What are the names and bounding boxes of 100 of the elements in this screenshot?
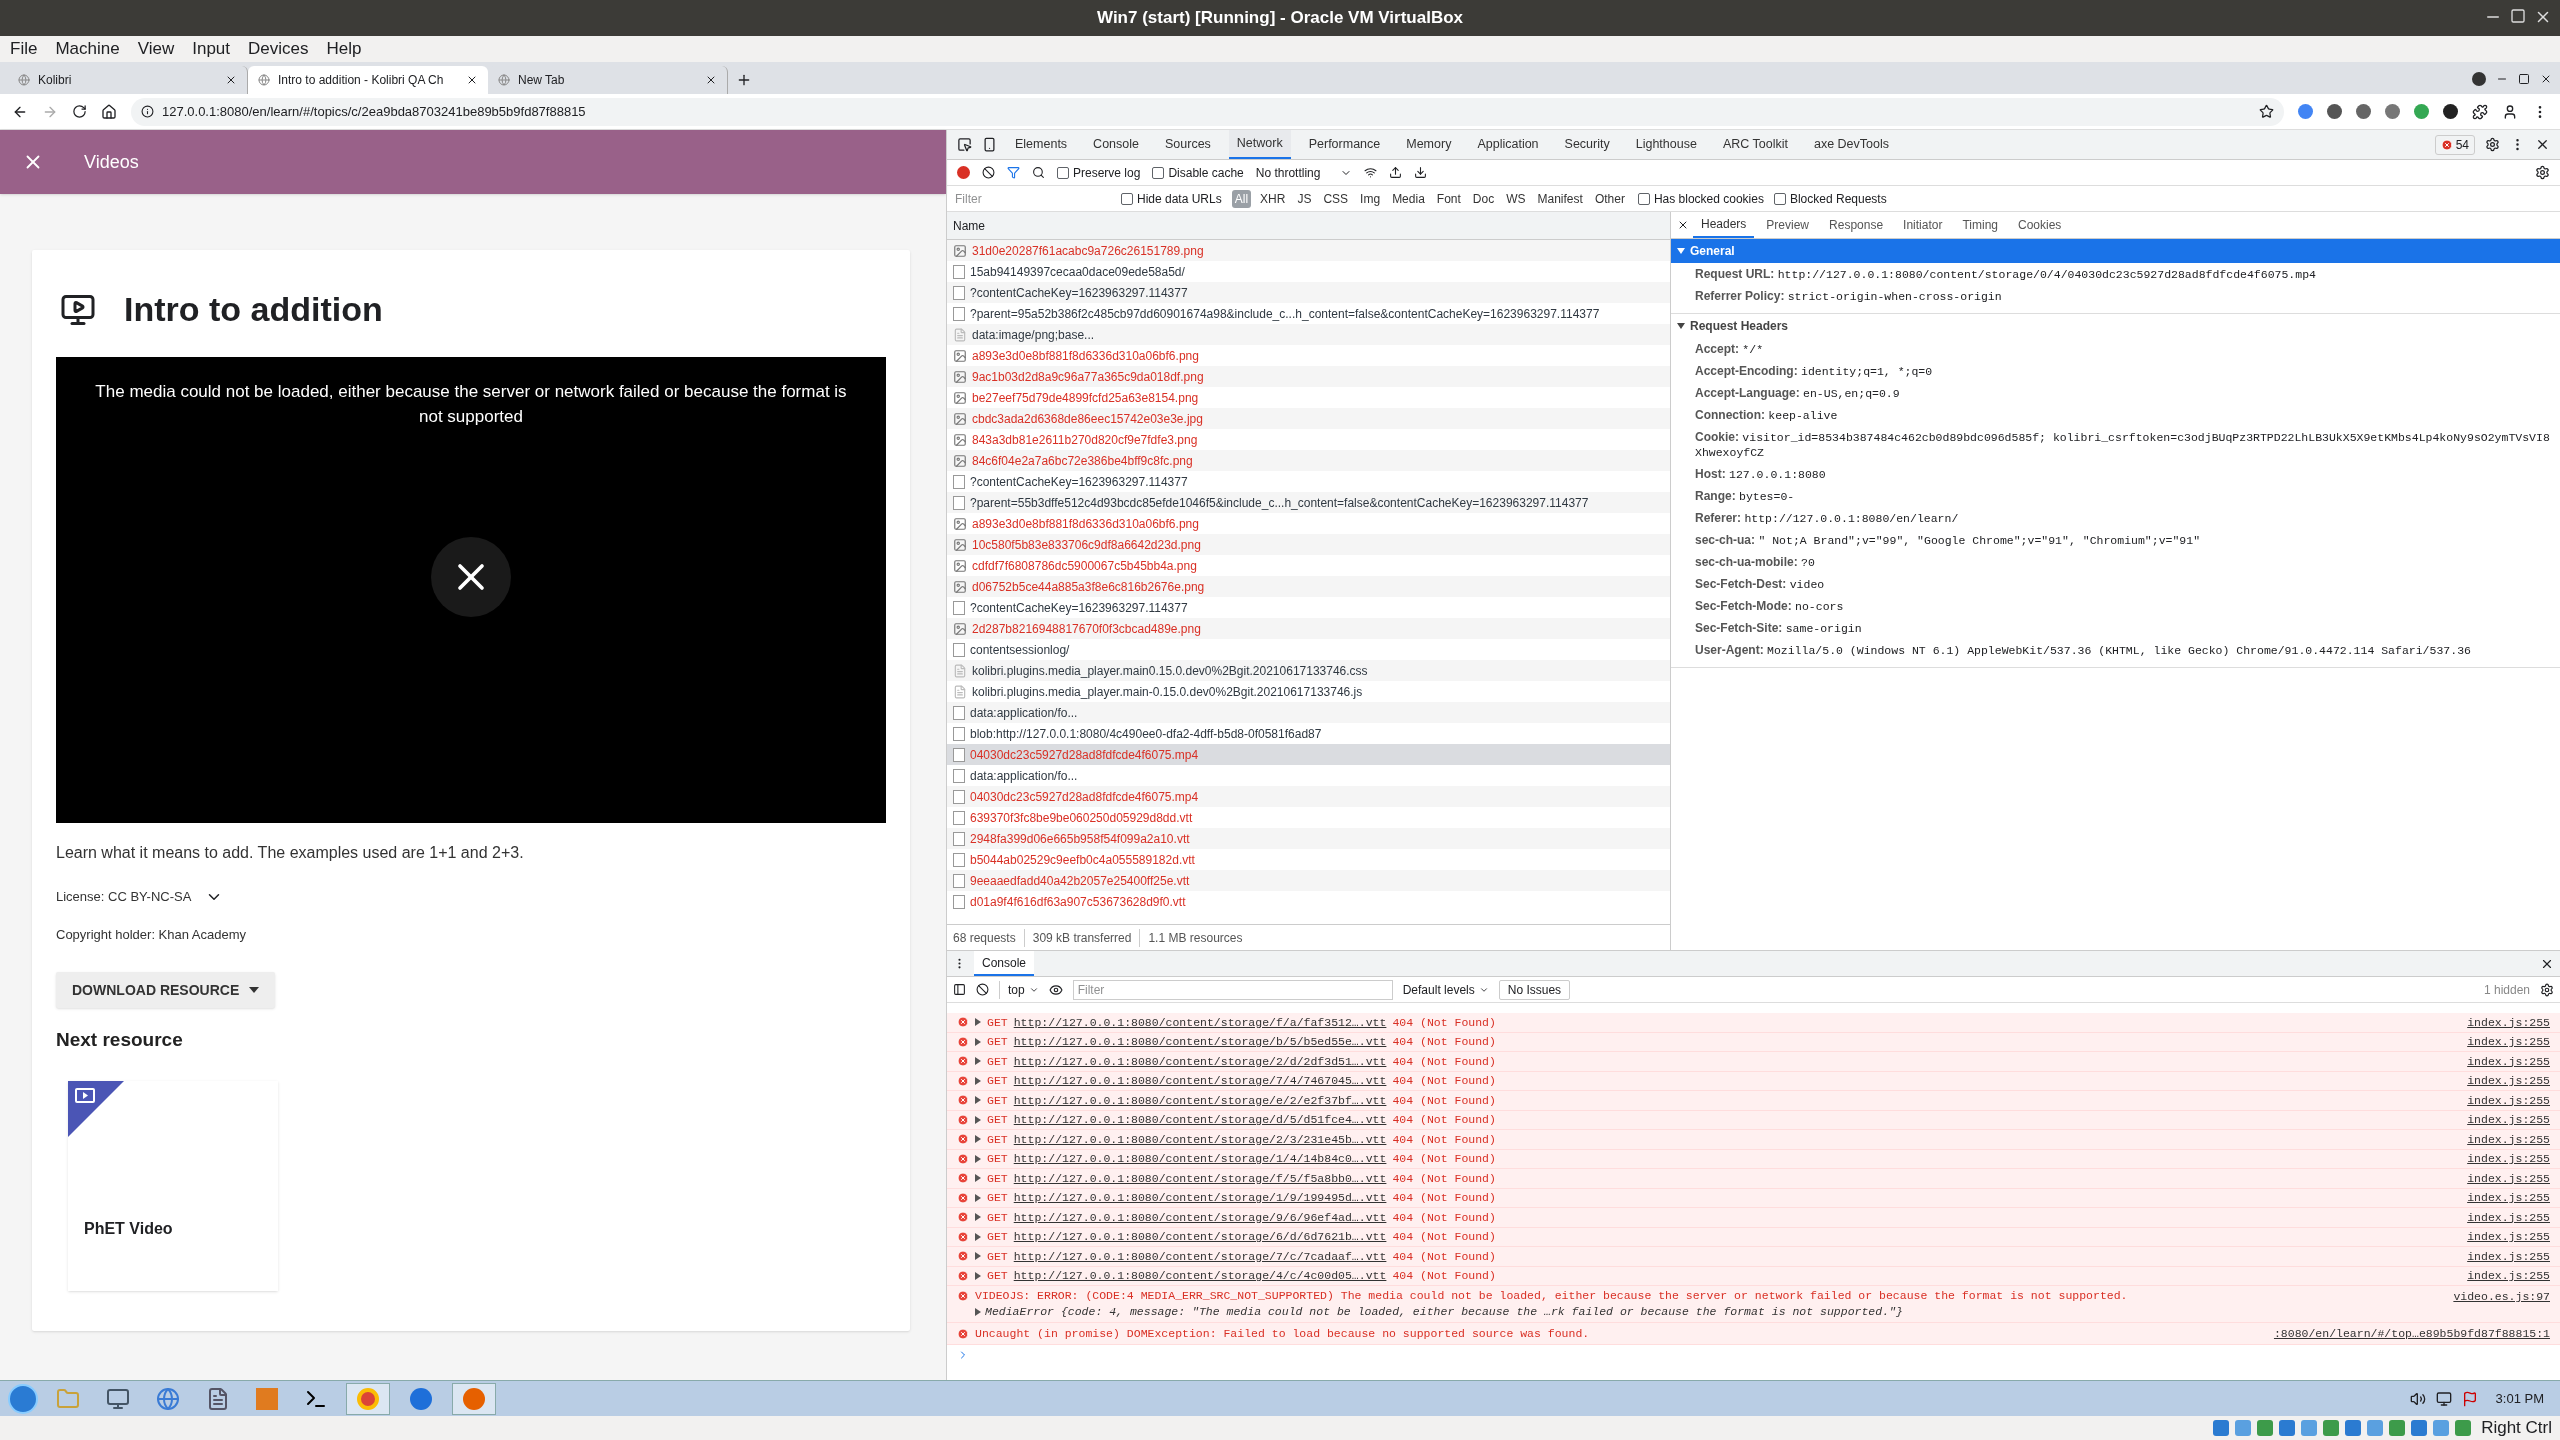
- levels-select[interactable]: Default levels: [1402, 980, 1489, 999]
- document-icon[interactable]: [206, 1386, 230, 1411]
- source-link[interactable]: index.js:255: [2467, 1169, 2550, 1187]
- status-icon[interactable]: [2257, 1420, 2274, 1436]
- source-link[interactable]: index.js:255: [2467, 1013, 2550, 1031]
- maximize-icon[interactable]: [2518, 73, 2530, 85]
- request-url-link[interactable]: http://127.0.0.1:8080/content/storage/4/c/4c00d05….vtt: [1013, 1267, 1387, 1285]
- source-link[interactable]: index.js:255: [2467, 1228, 2550, 1246]
- status-icon[interactable]: [2411, 1420, 2428, 1436]
- expand-triangle-icon[interactable]: [975, 1174, 981, 1183]
- expand-triangle-icon[interactable]: [975, 1232, 981, 1241]
- type-filter[interactable]: XHR: [1257, 189, 1289, 208]
- type-filter[interactable]: Manifest: [1534, 189, 1586, 208]
- menu-item[interactable]: Devices: [248, 36, 309, 62]
- status-icon[interactable]: [2279, 1420, 2296, 1436]
- globe-icon[interactable]: [156, 1386, 180, 1411]
- details-tab[interactable]: Cookies: [2010, 212, 2070, 238]
- devtools-tab[interactable]: Sources: [1157, 130, 1219, 159]
- section-header[interactable]: General: [1671, 239, 2560, 263]
- request-row[interactable]: 84c6f04e2a7a6bc72e386be4bff9c8fc.png: [947, 450, 1670, 471]
- request-url-link[interactable]: http://127.0.0.1:8080/content/storage/f/a/faf3512….vtt: [1013, 1013, 1387, 1031]
- source-link[interactable]: index.js:255: [2467, 1189, 2550, 1207]
- throttling-select[interactable]: No throttling: [1255, 163, 1353, 182]
- menu-item[interactable]: View: [137, 36, 175, 62]
- devtools-tab[interactable]: Memory: [1398, 130, 1460, 159]
- bookmark-star-icon[interactable]: [2259, 104, 2274, 119]
- request-row[interactable]: 04030dc23c5927d28ad8fdfcde4f6075.mp4: [947, 786, 1670, 807]
- record-icon[interactable]: [957, 166, 970, 179]
- request-row[interactable]: 2d287b8216948817670f0f3cbcad489e.png: [947, 618, 1670, 639]
- settings-icon[interactable]: [2540, 982, 2554, 997]
- details-tab[interactable]: Preview: [1758, 212, 1818, 238]
- expand-triangle-icon[interactable]: [975, 1135, 981, 1144]
- details-tab[interactable]: Response: [1821, 212, 1892, 238]
- request-url-link[interactable]: http://127.0.0.1:8080/content/storage/7/c/7cadaaf….vtt: [1013, 1247, 1387, 1265]
- request-url-link[interactable]: http://127.0.0.1:8080/content/storage/e/2/e2f37bf….vtt: [1013, 1091, 1387, 1109]
- status-icon[interactable]: [2213, 1420, 2230, 1436]
- expand-triangle-icon[interactable]: [975, 1076, 981, 1085]
- type-filter[interactable]: Media: [1389, 189, 1428, 208]
- expand-triangle-icon[interactable]: [975, 1308, 981, 1316]
- type-filter[interactable]: WS: [1503, 189, 1529, 208]
- network-conditions-icon[interactable]: [1364, 166, 1378, 179]
- section-header[interactable]: Request Headers: [1671, 314, 2560, 338]
- request-url-link[interactable]: http://127.0.0.1:8080/content/storage/9/6/96ef4ad….vtt: [1013, 1208, 1387, 1226]
- menu-item[interactable]: Input: [192, 36, 231, 62]
- download-resource-button[interactable]: DOWNLOAD RESOURCE: [56, 972, 276, 1008]
- details-tab[interactable]: Timing: [1954, 212, 2006, 238]
- request-row[interactable]: kolibri.plugins.media_player.main0.15.0.dev0%2Bgit.20210617133746.css: [947, 660, 1670, 681]
- address-field[interactable]: 127.0.0.1:8080/en/learn/#/topics/c/2ea9bda8703241be89b5b9fd87f88815: [131, 97, 2284, 126]
- request-row[interactable]: data:application/fo...: [947, 702, 1670, 723]
- menu-item[interactable]: Machine: [55, 36, 120, 62]
- status-icon[interactable]: [2455, 1420, 2472, 1436]
- close-icon[interactable]: [2535, 137, 2550, 152]
- request-row[interactable]: 31d0e20287f61acabc9a726c26151789.png: [947, 240, 1670, 261]
- expand-triangle-icon[interactable]: [1677, 322, 1685, 330]
- details-tab[interactable]: Initiator: [1895, 212, 1951, 238]
- checkbox[interactable]: [1152, 166, 1165, 179]
- type-filter[interactable]: Img: [1357, 189, 1384, 208]
- profile-icon[interactable]: [2502, 103, 2518, 120]
- checkbox[interactable]: [1057, 166, 1069, 179]
- request-url-link[interactable]: http://127.0.0.1:8080/content/storage/d/5/d51fce4….vtt: [1013, 1111, 1387, 1129]
- request-url-link[interactable]: http://127.0.0.1:8080/content/storage/f/5/f5a8bb0….vtt: [1013, 1169, 1387, 1187]
- close-tab-icon[interactable]: [466, 74, 478, 86]
- drawer-tab[interactable]: Console: [974, 951, 1035, 976]
- request-row[interactable]: cbdc3ada2d6368de86eec15742e03e3e.jpg: [947, 408, 1670, 429]
- type-filter[interactable]: Doc: [1469, 189, 1498, 208]
- devtools-tab[interactable]: ARC Toolkit: [1714, 130, 1796, 159]
- clear-icon[interactable]: [982, 166, 995, 179]
- search-icon[interactable]: [1032, 166, 1045, 179]
- status-icon[interactable]: [2345, 1420, 2362, 1436]
- request-row[interactable]: 04030dc23c5927d28ad8fdfcde4f6075.mp4: [947, 744, 1670, 765]
- context-select[interactable]: top: [999, 980, 1039, 999]
- source-link[interactable]: index.js:255: [2467, 1267, 2550, 1285]
- clock[interactable]: 3:01 PM: [2487, 1388, 2552, 1409]
- checkbox[interactable]: [1121, 192, 1133, 205]
- resource-card[interactable]: PhET Video: [68, 1080, 278, 1291]
- request-row[interactable]: ?contentCacheKey=1623963297.114377: [947, 282, 1670, 303]
- filter-icon[interactable]: [1007, 166, 1020, 179]
- request-row[interactable]: 9eeaaedfadd40a42b2057e25400ff25e.vtt: [947, 870, 1670, 891]
- request-url-link[interactable]: http://127.0.0.1:8080/content/storage/2/3/231e45b….vtt: [1013, 1130, 1387, 1148]
- menu-item[interactable]: Help: [326, 36, 362, 62]
- expand-triangle-icon[interactable]: [975, 1271, 981, 1280]
- expand-triangle-icon[interactable]: [975, 1115, 981, 1124]
- status-icon[interactable]: [2389, 1420, 2406, 1436]
- flag-icon[interactable]: [2461, 1390, 2478, 1407]
- source-link[interactable]: index.js:255: [2467, 1130, 2550, 1148]
- source-link[interactable]: video.es.js:97: [2453, 1288, 2550, 1320]
- devtools-tab[interactable]: Console: [1085, 130, 1147, 159]
- eye-icon[interactable]: [1048, 982, 1063, 997]
- type-filter[interactable]: CSS: [1320, 189, 1352, 208]
- settings-icon[interactable]: [2535, 165, 2550, 180]
- request-url-link[interactable]: http://127.0.0.1:8080/content/storage/2/d/2df3d51….vtt: [1013, 1052, 1387, 1070]
- close-icon[interactable]: [2540, 73, 2552, 85]
- request-row[interactable]: 2948fa399d06e665b958f54f099a2a10.vtt: [947, 828, 1670, 849]
- expand-triangle-icon[interactable]: [975, 1193, 981, 1202]
- volume-icon[interactable]: [2409, 1390, 2426, 1407]
- devtools-tab[interactable]: Security: [1556, 130, 1618, 159]
- devtools-tab[interactable]: axe DevTools: [1805, 130, 1897, 159]
- type-filter[interactable]: Font: [1433, 189, 1464, 208]
- profile-icon[interactable]: [2472, 72, 2486, 86]
- expand-triangle-icon[interactable]: [975, 1213, 981, 1222]
